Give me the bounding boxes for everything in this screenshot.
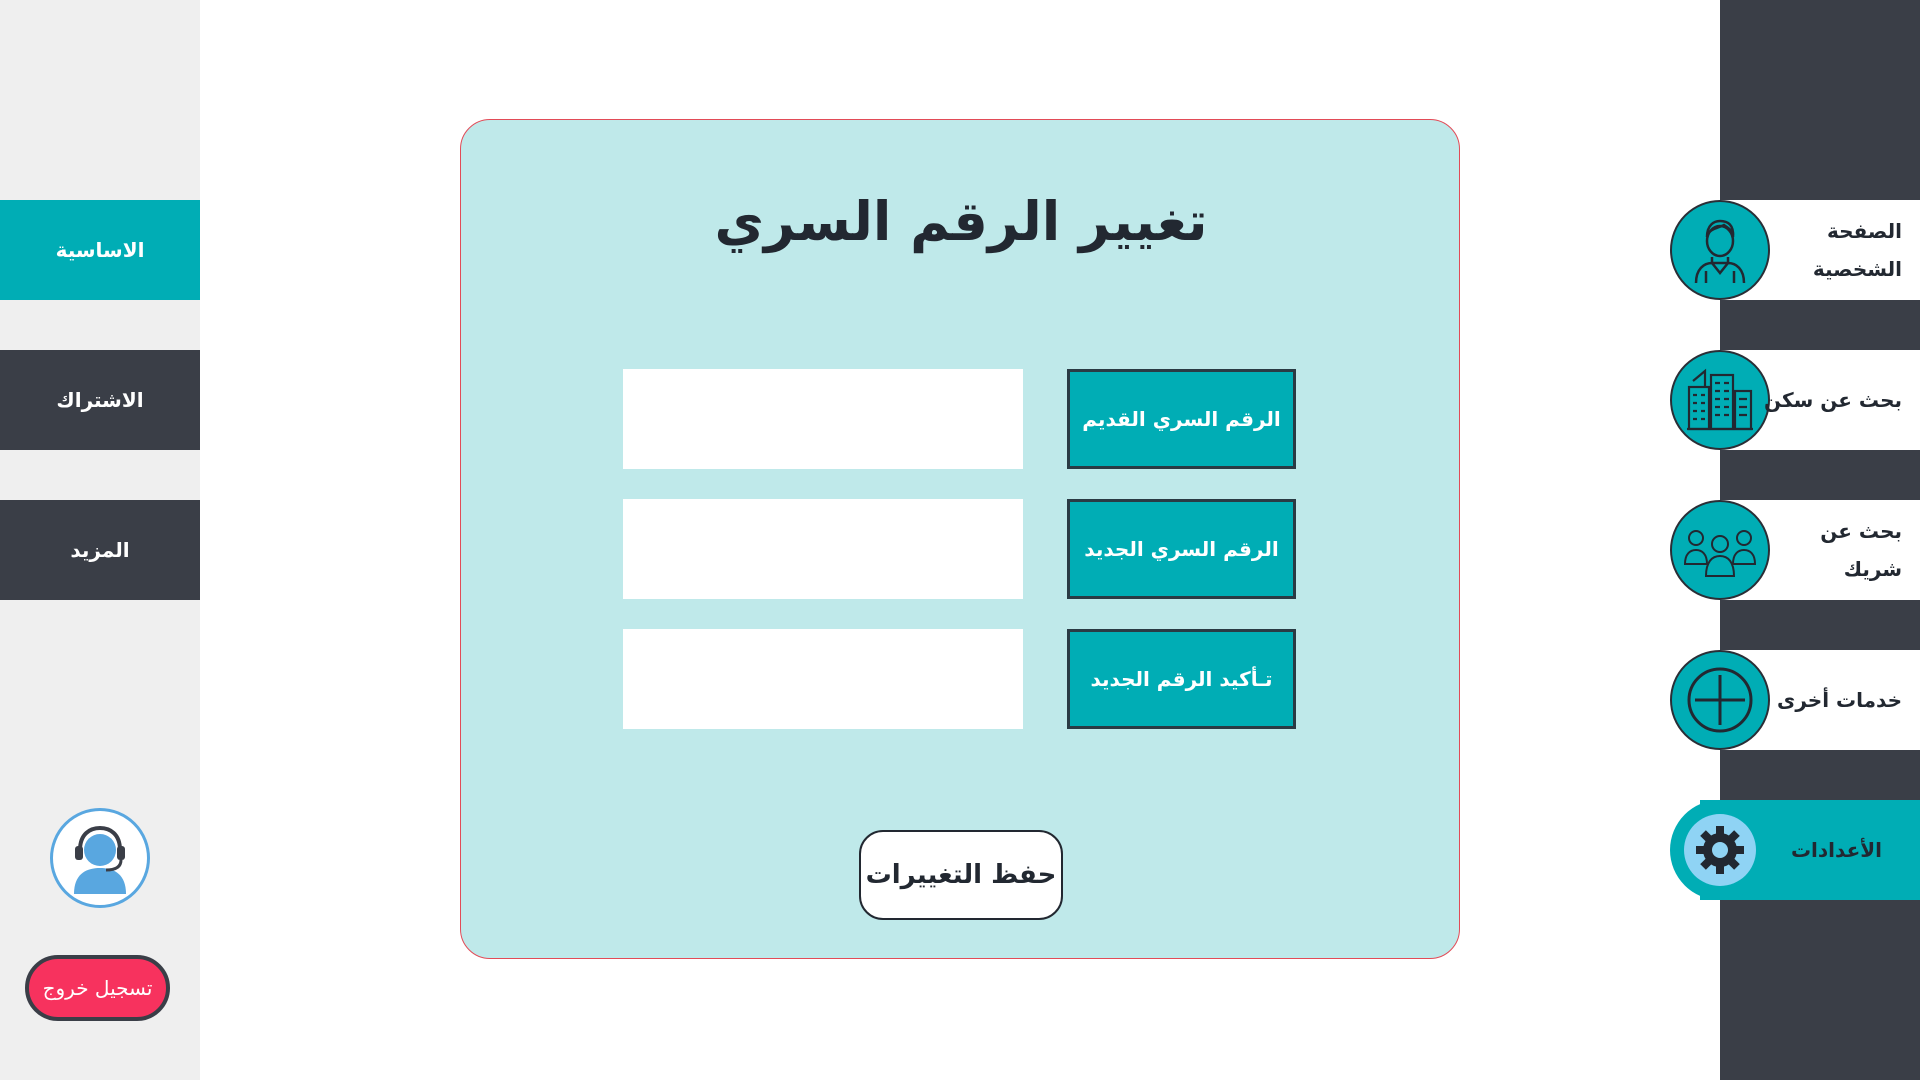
menu-item-subscription[interactable]: الاشتراك	[0, 350, 200, 450]
support-agent-icon[interactable]	[50, 808, 150, 908]
nav-item-label: بحث عن شريك	[1820, 519, 1902, 581]
old-password-input[interactable]	[623, 369, 1023, 469]
group-icon	[1683, 530, 1757, 577]
confirm-password-input[interactable]	[623, 629, 1023, 729]
nav-item-profile[interactable]: الصفحة الشخصية	[1670, 200, 1920, 300]
nav-item-housing-search[interactable]: بحث عن سكن	[1670, 350, 1920, 450]
menu-item-more[interactable]: المزيد	[0, 500, 200, 600]
logout-label: تسجيل خروج	[42, 976, 153, 1000]
nav-icon-circle	[1670, 650, 1770, 750]
new-password-input[interactable]	[623, 499, 1023, 599]
nav-icon-circle	[1670, 500, 1770, 600]
save-changes-label: حفظ التغييرات	[865, 860, 1057, 890]
nav-icon-circle	[1670, 350, 1770, 450]
new-password-label: الرقم السري الجديد	[1067, 499, 1296, 599]
menu-item-label: الاساسية	[55, 238, 145, 262]
change-password-card: تغيير الرقم السري الرقم السري القديم الر…	[460, 119, 1460, 959]
building-icon	[1687, 368, 1753, 431]
user-icon	[1694, 219, 1746, 284]
page-title: تغيير الرقم السري	[714, 190, 1208, 253]
confirm-password-label: تـأكيد الرقم الجديد	[1067, 629, 1296, 729]
nav-item-settings[interactable]: الأعدادات	[1670, 800, 1920, 900]
nav-item-partner-search[interactable]: بحث عن شريك	[1670, 500, 1920, 600]
menu-item-basic[interactable]: الاساسية	[0, 200, 200, 300]
logout-button[interactable]: تسجيل خروج	[25, 955, 170, 1021]
plus-icon	[1687, 667, 1753, 733]
nav-item-label: بحث عن سكن	[1764, 388, 1902, 412]
save-changes-button[interactable]: حفظ التغييرات	[859, 830, 1063, 920]
menu-item-label: الاشتراك	[56, 388, 144, 412]
old-password-label: الرقم السري القديم	[1067, 369, 1296, 469]
nav-item-other-services[interactable]: خدمات أخرى	[1670, 650, 1920, 750]
menu-item-label: المزيد	[70, 538, 130, 562]
nav-item-label: الصفحة الشخصية	[1812, 219, 1902, 281]
nav-item-label: خدمات أخرى	[1777, 688, 1902, 712]
headset-icon	[74, 825, 126, 894]
nav-item-label: الأعدادات	[1790, 838, 1882, 862]
nav-icon-circle	[1670, 200, 1770, 300]
